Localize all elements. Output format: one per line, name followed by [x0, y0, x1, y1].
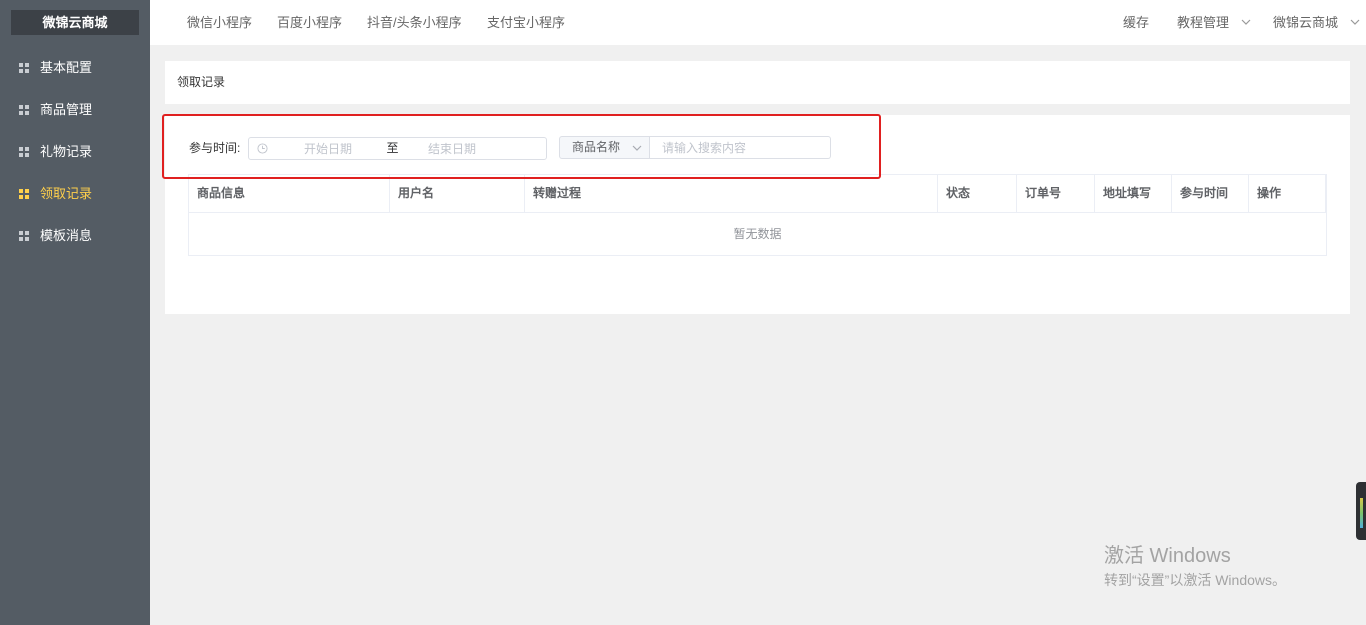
start-date-input[interactable] — [273, 138, 383, 159]
column-header-address: 地址填写 — [1095, 175, 1172, 212]
level-meter — [1360, 498, 1363, 528]
cache-link[interactable]: 缓存 — [1123, 0, 1149, 45]
grid-icon — [19, 63, 23, 67]
logo[interactable]: 微锦云商城 — [11, 10, 139, 35]
side-widget-handle[interactable] — [1356, 482, 1366, 540]
nav-alipay-miniprogram[interactable]: 支付宝小程序 — [487, 0, 565, 45]
grid-icon — [19, 231, 23, 235]
sidebar-item-template-messages[interactable]: 模板消息 — [0, 215, 150, 257]
sidebar-item-label: 领取记录 — [40, 186, 93, 201]
grid-icon — [19, 147, 23, 151]
chevron-down-icon — [1241, 19, 1251, 25]
grid-icon — [19, 189, 23, 193]
participation-time-label: 参与时间: — [189, 141, 241, 155]
account-menu-label: 微锦云商城 — [1273, 15, 1339, 30]
sidebar-item-product-management[interactable]: 商品管理 — [0, 89, 150, 131]
search-input[interactable] — [650, 136, 831, 159]
page-title-card: 领取记录 — [165, 61, 1350, 104]
sidebar-item-label: 基本配置 — [40, 60, 93, 75]
sidebar-item-label: 商品管理 — [40, 102, 93, 117]
nav-douyin-toutiao-miniprogram[interactable]: 抖音/头条小程序 — [367, 0, 462, 45]
search-field-select-value: 商品名称 — [572, 140, 621, 154]
page-title: 领取记录 — [177, 75, 226, 89]
nav-wechat-miniprogram[interactable]: 微信小程序 — [187, 0, 252, 45]
main-card: 参与时间: 至 商品名称 商品信息 用户名 转赠过程 状态 订单号 地址填写 参… — [165, 115, 1350, 314]
chevron-down-icon — [1350, 19, 1360, 25]
table-header: 商品信息 用户名 转赠过程 状态 订单号 地址填写 参与时间 操作 — [189, 175, 1326, 213]
tutorial-menu-label: 教程管理 — [1177, 15, 1230, 30]
sidebar: 微锦云商城 基本配置 商品管理 礼物记录 领取记录 模板消息 — [0, 0, 150, 625]
column-header-status: 状态 — [938, 175, 1017, 212]
sidebar-item-label: 模板消息 — [40, 228, 93, 243]
sidebar-item-gift-records[interactable]: 礼物记录 — [0, 131, 150, 173]
column-header-product-info: 商品信息 — [189, 175, 390, 212]
column-header-username: 用户名 — [390, 175, 525, 212]
column-header-transfer-process: 转赠过程 — [525, 175, 938, 212]
date-range-picker[interactable]: 至 — [248, 137, 547, 160]
windows-activation-title: 激活 Windows — [1104, 545, 1231, 567]
top-header: 微信小程序 百度小程序 抖音/头条小程序 支付宝小程序 缓存 教程管理 微锦云商… — [150, 0, 1366, 45]
end-date-input[interactable] — [397, 138, 507, 159]
windows-activation-subtitle: 转到“设置”以激活 Windows。 — [1104, 572, 1287, 588]
column-header-order-number: 订单号 — [1017, 175, 1095, 212]
table-empty-state: 暂无数据 — [733, 227, 782, 241]
sidebar-item-label: 礼物记录 — [40, 144, 93, 159]
column-header-actions: 操作 — [1249, 175, 1326, 212]
sidebar-item-basic-config[interactable]: 基本配置 — [0, 47, 150, 89]
sidebar-item-claim-records[interactable]: 领取记录 — [0, 173, 150, 215]
records-table: 商品信息 用户名 转赠过程 状态 订单号 地址填写 参与时间 操作 暂无数据 — [188, 174, 1327, 256]
column-header-participation-time: 参与时间 — [1172, 175, 1249, 212]
nav-baidu-miniprogram[interactable]: 百度小程序 — [277, 0, 342, 45]
account-menu[interactable]: 微锦云商城 — [1273, 0, 1360, 45]
tutorial-menu[interactable]: 教程管理 — [1177, 0, 1251, 45]
search-field-select[interactable]: 商品名称 — [559, 136, 650, 159]
clock-icon — [257, 143, 268, 154]
chevron-down-icon — [632, 145, 642, 151]
grid-icon — [19, 105, 23, 109]
